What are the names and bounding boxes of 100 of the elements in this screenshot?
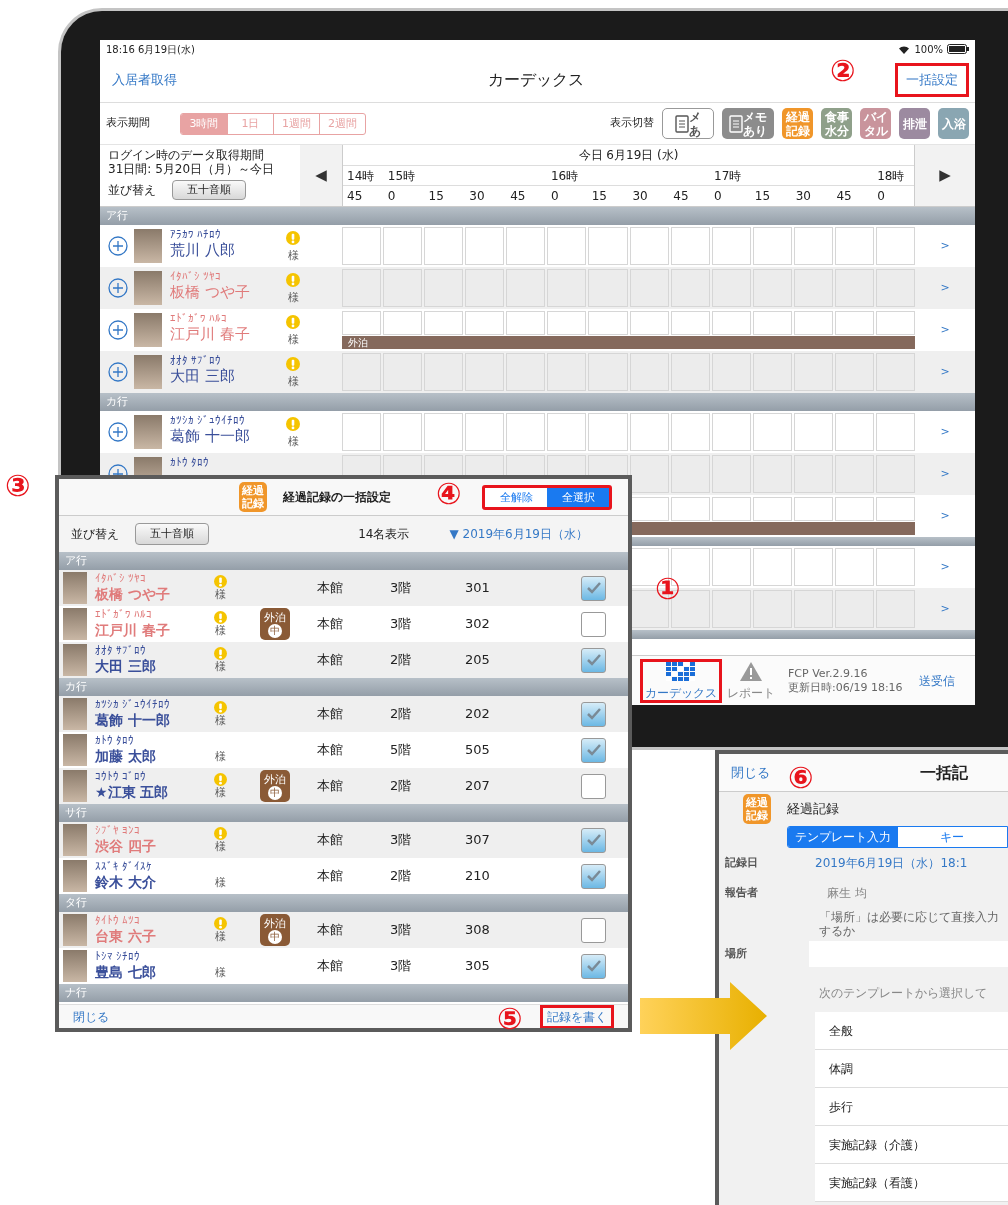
schedule-cell[interactable] bbox=[588, 269, 628, 307]
chevron[interactable]: > bbox=[915, 507, 975, 525]
schedule-cell[interactable] bbox=[547, 311, 587, 335]
checkbox[interactable] bbox=[581, 917, 606, 943]
chevron[interactable]: > bbox=[915, 363, 975, 381]
schedule-cell[interactable] bbox=[875, 269, 915, 307]
schedule-cell[interactable] bbox=[465, 413, 505, 451]
schedule-cell[interactable] bbox=[588, 413, 628, 451]
schedule-cell[interactable] bbox=[875, 311, 915, 335]
schedule-cell[interactable] bbox=[670, 455, 710, 493]
add-icon[interactable] bbox=[108, 422, 128, 442]
schedule-cell[interactable] bbox=[424, 311, 464, 335]
schedule-cell[interactable] bbox=[711, 548, 751, 586]
view-toggle[interactable]: バイ タル bbox=[860, 108, 891, 139]
schedule-cell[interactable] bbox=[711, 497, 751, 521]
schedule-cell[interactable] bbox=[834, 455, 874, 493]
view-toggle[interactable]: 食事 水分 bbox=[821, 108, 852, 139]
chevron[interactable]: > bbox=[915, 600, 975, 618]
checkbox[interactable] bbox=[581, 863, 606, 889]
schedule-cell[interactable] bbox=[793, 227, 833, 265]
bulk-settings-button[interactable]: 一括設定 bbox=[895, 63, 969, 97]
chevron[interactable]: > bbox=[915, 321, 975, 339]
schedule-cell[interactable] bbox=[834, 548, 874, 586]
schedule-cell[interactable] bbox=[711, 455, 751, 493]
view-toggle[interactable]: メモ あり bbox=[722, 108, 774, 139]
schedule-cell[interactable] bbox=[342, 269, 382, 307]
view-toggle[interactable]: 入浴 bbox=[938, 108, 969, 139]
checkbox[interactable] bbox=[581, 575, 606, 601]
schedule-cell[interactable] bbox=[834, 227, 874, 265]
schedule-cell[interactable] bbox=[793, 311, 833, 335]
write-record-button[interactable]: 記録を書く bbox=[540, 1004, 614, 1028]
schedule-cell[interactable] bbox=[383, 413, 423, 451]
schedule-cell[interactable] bbox=[506, 269, 546, 307]
schedule-cell[interactable] bbox=[629, 413, 669, 451]
template-item[interactable]: 歩行 bbox=[815, 1088, 1008, 1126]
schedule-cell[interactable] bbox=[793, 413, 833, 451]
schedule-cell[interactable] bbox=[465, 353, 505, 391]
schedule-cell[interactable] bbox=[424, 353, 464, 391]
schedule-cell[interactable] bbox=[424, 413, 464, 451]
close-link[interactable]: 閉じる bbox=[731, 762, 770, 783]
schedule-cell[interactable] bbox=[629, 269, 669, 307]
input-mode-tab[interactable]: キー bbox=[897, 827, 1007, 847]
record-date[interactable]: 2019年6月19日（水）18:1 bbox=[815, 854, 968, 872]
select-toggle[interactable]: 全解除 bbox=[485, 487, 547, 507]
view-toggle[interactable]: 経過 記録 bbox=[782, 108, 813, 139]
schedule-cell[interactable] bbox=[752, 590, 792, 628]
template-item[interactable]: 実施記録（看護） bbox=[815, 1164, 1008, 1202]
schedule-cell[interactable] bbox=[670, 497, 710, 521]
add-icon[interactable] bbox=[108, 362, 128, 382]
schedule-cell[interactable] bbox=[793, 497, 833, 521]
schedule-cell[interactable] bbox=[834, 311, 874, 335]
schedule-cell[interactable] bbox=[629, 227, 669, 265]
schedule-cell[interactable] bbox=[793, 269, 833, 307]
add-icon[interactable] bbox=[108, 278, 128, 298]
schedule-cell[interactable] bbox=[875, 353, 915, 391]
schedule-cell[interactable] bbox=[547, 413, 587, 451]
schedule-cell[interactable] bbox=[588, 227, 628, 265]
add-icon[interactable] bbox=[108, 236, 128, 256]
checkbox[interactable] bbox=[581, 737, 606, 763]
back-link[interactable]: 入居者取得 bbox=[112, 72, 177, 88]
schedule-cell[interactable] bbox=[711, 269, 751, 307]
input-mode-tab[interactable]: テンプレート入力 bbox=[788, 827, 898, 847]
schedule-cell[interactable] bbox=[670, 353, 710, 391]
schedule-cell[interactable] bbox=[506, 311, 546, 335]
sort-button[interactable]: 五十音順 bbox=[135, 522, 209, 546]
schedule-cell[interactable] bbox=[670, 311, 710, 335]
schedule-cell[interactable] bbox=[588, 311, 628, 335]
schedule-cell[interactable] bbox=[834, 269, 874, 307]
tab-bar-item[interactable]: カーデックス bbox=[640, 658, 722, 703]
schedule-cell[interactable] bbox=[793, 590, 833, 628]
schedule-cell[interactable] bbox=[629, 353, 669, 391]
schedule-cell[interactable] bbox=[834, 590, 874, 628]
checkbox[interactable] bbox=[581, 647, 606, 673]
chevron[interactable]: > bbox=[915, 237, 975, 255]
schedule-cell[interactable] bbox=[875, 227, 915, 265]
schedule-cell[interactable] bbox=[752, 455, 792, 493]
checkbox[interactable] bbox=[581, 773, 606, 799]
schedule-cell[interactable] bbox=[506, 353, 546, 391]
schedule-cell[interactable] bbox=[752, 413, 792, 451]
schedule-cell[interactable] bbox=[711, 413, 751, 451]
view-toggle[interactable]: メ あ bbox=[662, 108, 714, 139]
schedule-cell[interactable] bbox=[875, 590, 915, 628]
schedule-cell[interactable] bbox=[383, 311, 423, 335]
select-toggle[interactable]: 全選択 bbox=[547, 487, 609, 507]
view-toggle[interactable]: 排泄 bbox=[899, 108, 930, 139]
schedule-cell[interactable] bbox=[342, 311, 382, 335]
template-item[interactable]: 全般 bbox=[815, 1012, 1008, 1050]
schedule-cell[interactable] bbox=[875, 455, 915, 493]
schedule-cell[interactable] bbox=[711, 590, 751, 628]
schedule-cell[interactable] bbox=[793, 548, 833, 586]
schedule-cell[interactable] bbox=[506, 227, 546, 265]
date-picker[interactable]: ▼ 2019年6月19日（水） bbox=[449, 525, 588, 543]
schedule-cell[interactable] bbox=[342, 227, 382, 265]
schedule-cell[interactable] bbox=[547, 269, 587, 307]
schedule-cell[interactable] bbox=[465, 311, 505, 335]
schedule-cell[interactable] bbox=[424, 227, 464, 265]
schedule-cell[interactable] bbox=[670, 413, 710, 451]
schedule-cell[interactable] bbox=[547, 353, 587, 391]
template-item[interactable]: 実施記録（介護） bbox=[815, 1126, 1008, 1164]
schedule-cell[interactable] bbox=[424, 269, 464, 307]
